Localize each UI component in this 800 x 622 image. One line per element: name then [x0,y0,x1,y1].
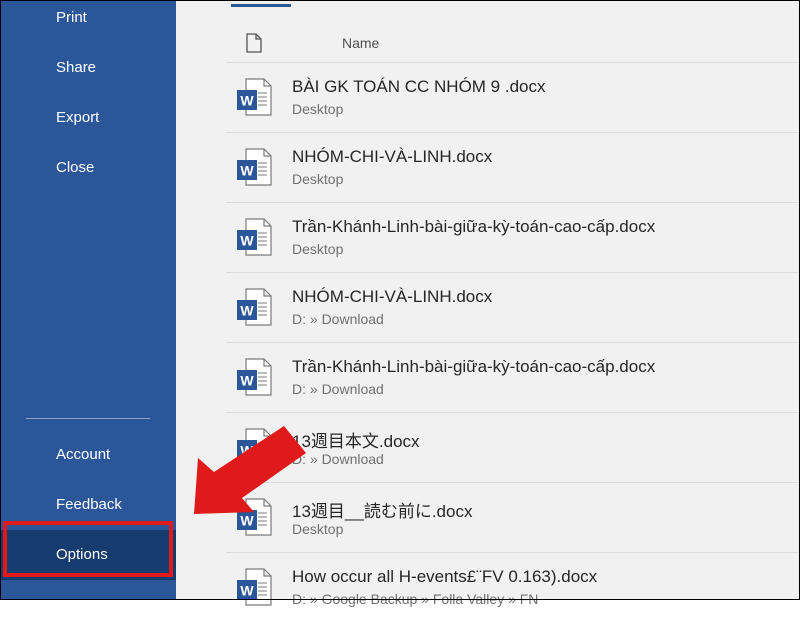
svg-text:W: W [240,513,254,529]
file-name: Trần-Khánh-Linh-bài-giữa-kỳ-toán-cao-cấp… [292,357,656,376]
svg-text:W: W [240,583,254,599]
document-icon [246,33,262,58]
svg-text:W: W [240,443,254,459]
nav-close[interactable]: Close [0,143,176,193]
word-doc-icon: W [236,497,272,542]
file-row[interactable]: W NHÓM-CHI-VÀ-LINH.docx D: » Download [226,272,800,342]
word-doc-icon: W [236,217,272,262]
file-location: Desktop [292,241,344,257]
word-doc-icon: W [236,77,272,122]
file-location: D: » Download [292,451,384,467]
nav-export[interactable]: Export [0,93,176,143]
file-list-header: Name [226,24,800,62]
file-row[interactable]: W 13週目本文.docx D: » Download [226,412,800,482]
nav-print[interactable]: Print [0,0,176,43]
nav-share[interactable]: Share [0,43,176,93]
file-location: Desktop [292,521,344,537]
svg-text:W: W [240,163,254,179]
word-doc-icon: W [236,287,272,332]
file-location: Desktop [292,171,344,187]
file-name: NHÓM-CHI-VÀ-LINH.docx [292,147,493,166]
svg-text:W: W [240,303,254,319]
svg-text:W: W [240,233,254,249]
file-name: 13週目本文.docx [292,432,420,451]
file-name: 13週目__読む前に.docx [292,502,473,521]
sidebar-divider [26,418,150,419]
tab-underline [231,4,291,7]
file-name: NHÓM-CHI-VÀ-LINH.docx [292,287,493,306]
file-row[interactable]: W How occur all H-events£¨FV 0.163).docx D… [226,552,800,622]
options-highlight-box [3,521,173,577]
word-doc-icon: W [236,147,272,192]
word-doc-icon: W [236,567,272,612]
file-row[interactable]: W Trần-Khánh-Linh-bài-giữa-kỳ-toán-cao-cấ… [226,342,800,412]
file-row[interactable]: W BÀI GK TOÁN CC NHÓM 9 .docx Desktop [226,62,800,132]
svg-text:W: W [240,373,254,389]
file-row[interactable]: W NHÓM-CHI-VÀ-LINH.docx Desktop [226,132,800,202]
svg-text:W: W [240,93,254,109]
file-location: D: » Download [292,381,384,397]
name-column-header[interactable]: Name [342,35,379,51]
file-location: D: » Download [292,311,384,327]
file-name: How occur all H-events£¨FV 0.163).docx [292,567,598,586]
file-row[interactable]: W Trần-Khánh-Linh-bài-giữa-kỳ-toán-cao-cấ… [226,202,800,272]
nav-account[interactable]: Account [0,430,176,480]
file-name: BÀI GK TOÁN CC NHÓM 9 .docx [292,77,546,96]
file-location: D: » Google Backup » Folla Valley » FN [292,591,539,607]
backstage-sidebar: Print Share Export Close Account Feedbac… [0,0,176,600]
word-doc-icon: W [236,357,272,402]
file-name: Trần-Khánh-Linh-bài-giữa-kỳ-toán-cao-cấp… [292,217,656,236]
word-doc-icon: W [236,427,272,472]
file-row[interactable]: W 13週目__読む前に.docx Desktop [226,482,800,552]
file-location: Desktop [292,101,344,117]
